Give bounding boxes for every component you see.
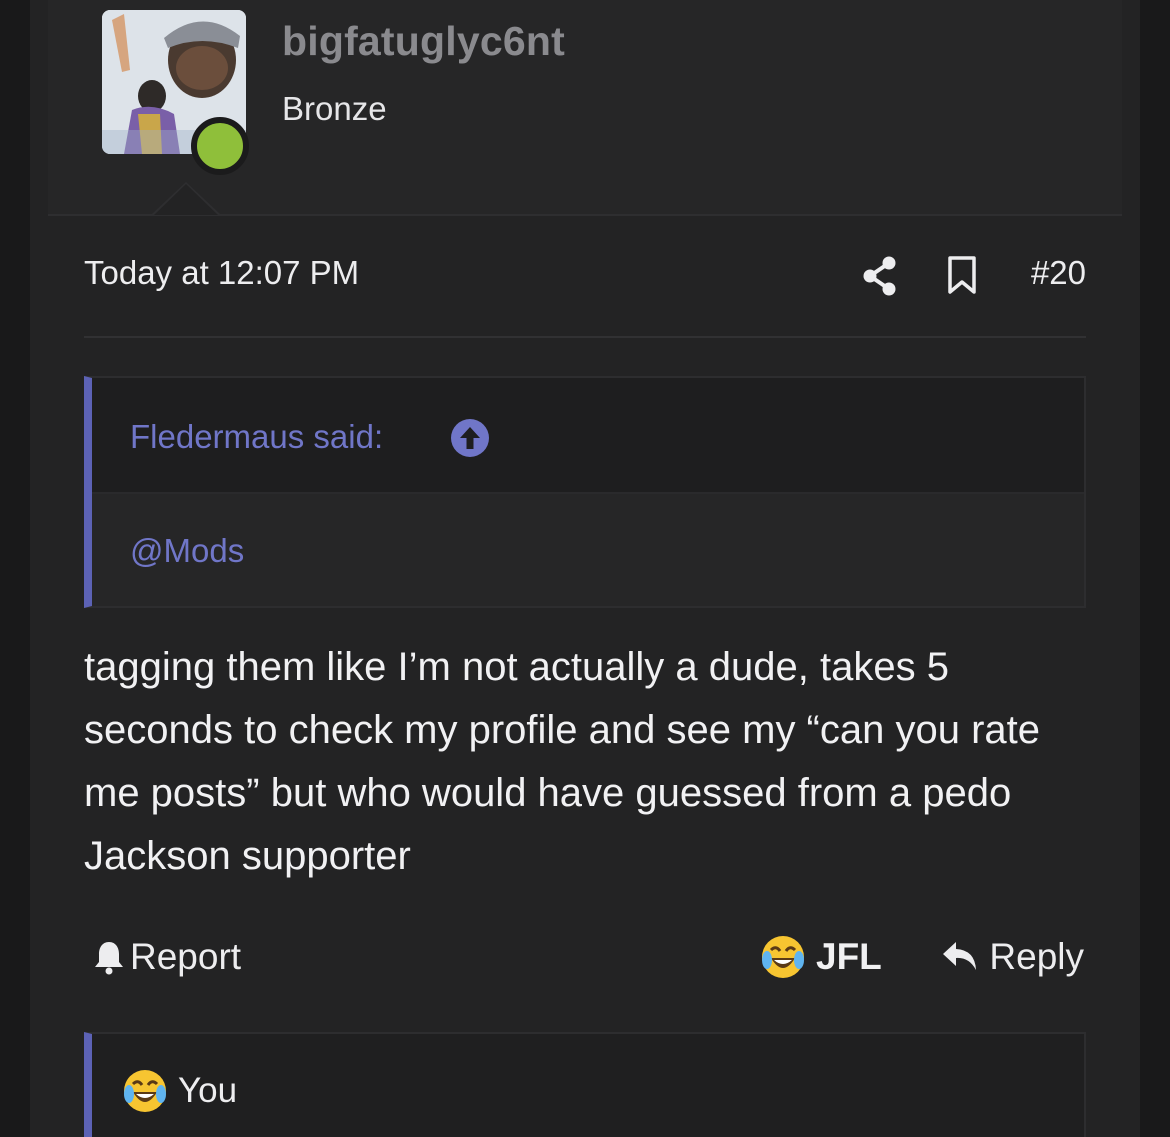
laughing-crying-emoji-icon [762, 936, 804, 978]
reactions-summary: You [84, 1032, 1086, 1137]
online-status-indicator [191, 117, 249, 175]
user-title: Bronze [282, 90, 387, 127]
post-timestamp[interactable]: Today at 12:07 PM [84, 254, 359, 292]
report-button[interactable]: Report [92, 936, 241, 978]
arrow-up-circle-icon[interactable] [450, 418, 490, 463]
bookmark-icon[interactable] [946, 255, 978, 300]
message-body: tagging them like I’m not actually a dud… [84, 645, 1041, 878]
reaction-button[interactable]: JFL [760, 934, 882, 980]
quote-header: Fledermaus said: [92, 378, 1084, 494]
reply-arrow-icon [943, 942, 977, 970]
bell-icon [95, 942, 123, 975]
share-icon[interactable] [862, 256, 898, 301]
post-container: bigfatuglyc6nt Bronze Today at 12:07 PM [30, 0, 1140, 1137]
quote-author[interactable]: Fledermaus said: [130, 418, 383, 456]
post-meta: Today at 12:07 PM #20 [84, 254, 1086, 298]
username[interactable]: bigfatuglyc6nt [282, 18, 565, 65]
divider [84, 336, 1086, 338]
header-pointer [152, 182, 220, 215]
reaction-label: JFL [816, 936, 882, 977]
reactions-list[interactable]: You [122, 1068, 237, 1114]
post-number-link[interactable]: #20 [1031, 254, 1086, 292]
quote-block: Fledermaus said: @Mods [84, 376, 1086, 608]
reactions-summary-label: You [178, 1071, 238, 1110]
reply-button[interactable]: Reply [941, 936, 1084, 978]
reply-label: Reply [989, 936, 1084, 977]
page: bigfatuglyc6nt Bronze Today at 12:07 PM [0, 0, 1170, 1137]
quote-body: @Mods [92, 494, 1084, 606]
report-label: Report [130, 936, 242, 977]
quote-mention[interactable]: @Mods [130, 532, 244, 570]
laughing-crying-emoji-icon [124, 1070, 166, 1112]
post-actions: Report JFL Reply [84, 932, 1086, 988]
